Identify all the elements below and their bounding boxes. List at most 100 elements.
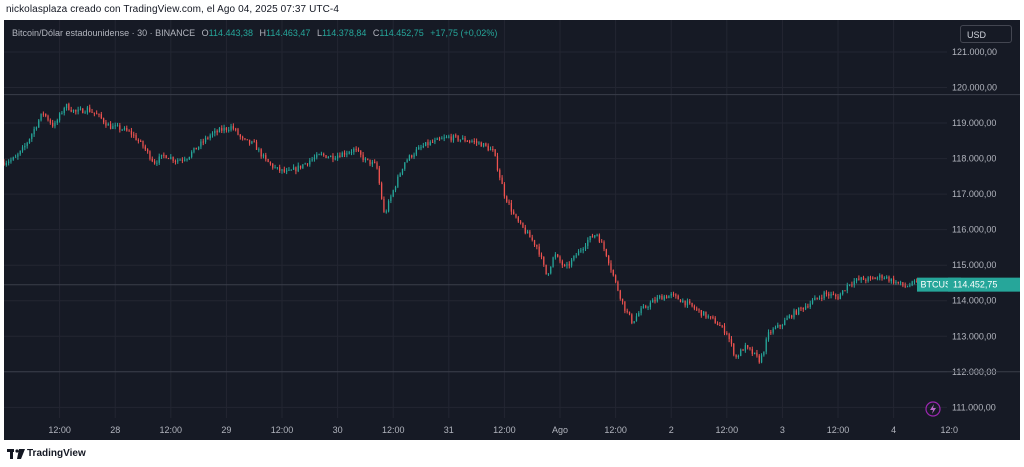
candle-body — [837, 296, 839, 300]
candle-body — [364, 158, 367, 161]
candle-body — [515, 214, 517, 218]
candle-body — [455, 135, 457, 137]
candle-body — [733, 343, 735, 355]
candle-body — [763, 351, 765, 356]
candle-body — [566, 264, 568, 266]
candle-body — [336, 155, 339, 159]
candle-body — [626, 310, 628, 312]
candle-body — [374, 161, 376, 163]
candle-body — [756, 352, 758, 356]
candle-body — [668, 295, 670, 299]
candle-body — [350, 151, 353, 153]
candle-body — [288, 169, 290, 171]
candle-body — [31, 134, 33, 139]
candle-body — [172, 157, 174, 161]
candle-body — [401, 168, 404, 174]
candle-body — [450, 136, 452, 141]
candle-body — [608, 255, 610, 264]
candle-body — [146, 149, 149, 152]
price-axis-label: 114.000,00 — [952, 296, 996, 306]
candle-body — [654, 299, 656, 302]
candle-body — [485, 143, 487, 146]
candle-body — [846, 284, 848, 291]
candle-body — [214, 130, 216, 134]
candle-body — [177, 160, 179, 162]
candle-body — [89, 107, 91, 112]
branding-footer: TradingView — [0, 440, 1024, 467]
candle-body — [33, 128, 35, 135]
close-value: 114.452,75 — [379, 28, 424, 38]
candle-body — [63, 108, 65, 113]
candle-body — [839, 294, 841, 300]
currency-button[interactable]: USD — [960, 25, 1012, 43]
candle-body — [610, 263, 612, 270]
candle-body — [14, 156, 17, 158]
candle-body — [75, 109, 77, 112]
candle-body — [353, 148, 355, 152]
candle-body — [241, 136, 244, 139]
candle-body — [443, 137, 445, 139]
candle-body — [313, 157, 316, 160]
candle-body — [881, 275, 883, 279]
candle-body — [369, 159, 371, 165]
candle-body — [501, 177, 503, 185]
candle-body — [230, 126, 232, 130]
candle-body — [753, 352, 756, 354]
candle-body — [858, 278, 860, 280]
candle-body — [482, 143, 485, 147]
candle-body — [605, 249, 607, 256]
candle-body — [906, 286, 909, 288]
time-axis-label: 28 — [110, 425, 120, 435]
candle-body — [225, 127, 228, 131]
candle-body — [835, 294, 837, 297]
candle-body — [429, 141, 431, 146]
candle-body — [376, 162, 378, 169]
low-value: 114.378,84 — [321, 28, 367, 38]
candle-body — [211, 133, 214, 136]
candle-body — [156, 162, 158, 164]
candle-body — [26, 142, 28, 146]
candle-body — [332, 155, 334, 160]
candle-body — [137, 140, 140, 142]
candle-body — [471, 141, 473, 143]
candle-body — [809, 303, 811, 307]
chart-panel[interactable]: 111.000,00 112.000,00 113.000,00 114.000,00… — [4, 20, 1020, 440]
candle-body — [135, 135, 137, 141]
candle-body — [848, 284, 851, 286]
candle-body — [378, 168, 380, 184]
candle-body — [160, 154, 163, 157]
candle-body — [760, 355, 763, 363]
candle-body — [35, 127, 38, 129]
candle-body — [480, 142, 482, 147]
candle-body — [72, 109, 75, 112]
price-chart[interactable]: 111.000,00112.000,00113.000,00114.000,00… — [4, 20, 1020, 440]
candle-body — [793, 310, 795, 318]
candle-body — [506, 196, 508, 202]
candle-body — [221, 128, 223, 131]
candle-body — [462, 137, 464, 140]
candle-body — [130, 131, 133, 135]
candle-body — [348, 152, 350, 154]
price-axis-label: 117.000,00 — [952, 189, 996, 199]
candle-body — [204, 137, 207, 143]
candle-body — [747, 345, 749, 348]
candle-body — [188, 156, 190, 160]
candle-body — [635, 316, 638, 322]
candle-body — [855, 278, 858, 282]
candle-body — [128, 130, 130, 132]
candle-body — [552, 257, 554, 267]
candle-body — [559, 256, 561, 262]
candle-body — [557, 254, 559, 257]
candle-body — [800, 307, 802, 309]
candle-body — [672, 293, 675, 295]
candle-body — [677, 295, 679, 300]
candle-body — [728, 334, 730, 340]
time-axis-label: 12:00 — [160, 425, 183, 435]
candle-body — [422, 145, 424, 148]
candle-body — [367, 158, 369, 160]
candle-body — [174, 160, 177, 162]
candle-body — [425, 142, 427, 146]
candle-body — [897, 281, 899, 284]
candle-body — [886, 276, 888, 279]
candle-body — [487, 145, 489, 151]
